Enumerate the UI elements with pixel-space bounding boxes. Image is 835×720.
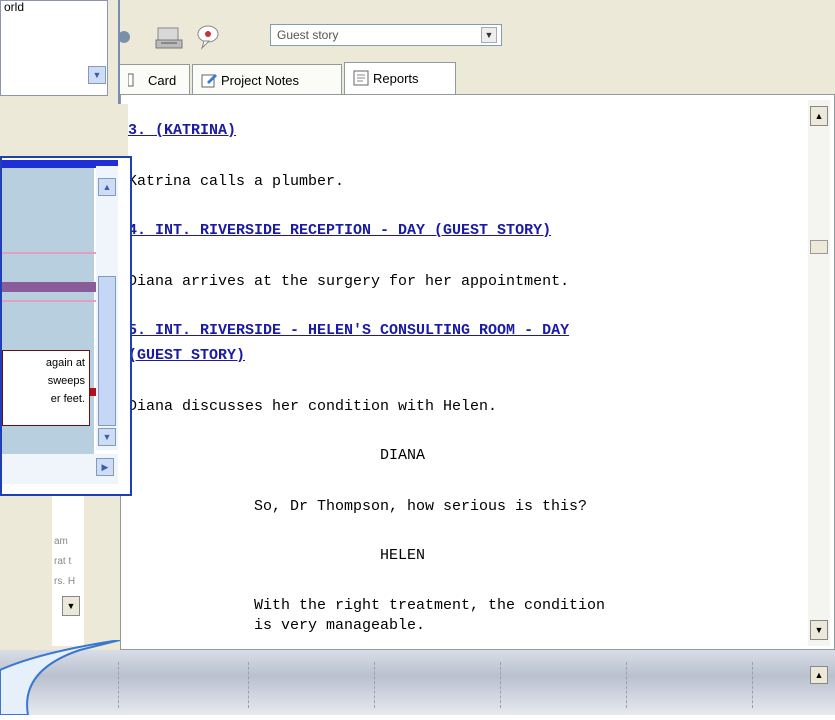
note-line: again at <box>45 357 85 369</box>
tab-card-label: Card <box>148 73 177 88</box>
action-line: Diana discusses her condition with Helen… <box>128 398 498 415</box>
card-body <box>2 168 94 484</box>
dialogue-line: With the right treatment, the condition <box>254 597 606 614</box>
note-line: er feet. <box>50 393 85 405</box>
story-select[interactable]: Guest story ▼ <box>270 24 502 46</box>
text-fragment: rat t <box>54 556 72 567</box>
chevron-down-icon[interactable]: ▼ <box>98 428 116 446</box>
chevron-right-icon[interactable]: ▶ <box>96 458 114 476</box>
action-line: Diana arrives at the surgery for her app… <box>128 273 570 290</box>
print-icon[interactable] <box>154 22 184 52</box>
card-vertical-scrollbar[interactable]: ▲ ▼ <box>96 166 118 450</box>
tab-project-notes[interactable]: Project Notes <box>192 64 342 94</box>
chevron-down-icon[interactable]: ▼ <box>481 27 497 43</box>
pencil-note-icon <box>201 72 217 88</box>
card-note[interactable]: again at sweeps er feet. <box>2 350 90 426</box>
scroll-down-icon[interactable]: ▼ <box>810 620 828 640</box>
chevron-up-icon[interactable]: ▲ <box>98 178 116 196</box>
tab-reports-label: Reports <box>373 71 419 86</box>
scene-heading-continued[interactable]: (GUEST STORY) <box>128 347 245 364</box>
dialogue-line: is very manageable. <box>254 617 426 634</box>
panel-gap <box>0 104 128 156</box>
speech-bubble-icon[interactable] <box>194 22 224 52</box>
lower-left-text-column <box>52 496 84 646</box>
action-line: Katrina calls a plumber. <box>128 173 345 190</box>
ruler-tick <box>248 662 249 708</box>
scroll-thumb[interactable] <box>810 240 828 254</box>
scene-heading[interactable]: 5. INT. RIVERSIDE - HELEN'S CONSULTING R… <box>128 322 569 339</box>
card-icon <box>127 72 144 88</box>
dialogue-line: So, Dr Thompson, how serious is this? <box>254 498 588 515</box>
callout-shape <box>0 639 160 716</box>
reports-icon <box>353 70 369 86</box>
note-line: sweeps <box>47 375 85 387</box>
ruler-tick <box>752 662 753 708</box>
ruler-tick <box>374 662 375 708</box>
partial-toolbar-icon[interactable] <box>118 22 150 52</box>
ruler-tick <box>626 662 627 708</box>
scene-heading[interactable]: 3. (KATRINA) <box>128 122 236 139</box>
script-vertical-scrollbar[interactable]: ▲ ▼ <box>808 100 830 646</box>
scroll-up-icon[interactable]: ▲ <box>810 106 828 126</box>
story-select-value: Guest story <box>277 28 339 42</box>
scene-heading[interactable]: 4. INT. RIVERSIDE RECEPTION - DAY (GUEST… <box>128 222 551 239</box>
script-document[interactable]: 3. (KATRINA) Katrina calls a plumber. 4.… <box>128 100 800 646</box>
character-name: HELEN <box>380 547 426 564</box>
scroll-down-icon[interactable]: ▼ <box>62 596 80 616</box>
card-horizontal-scrollbar[interactable]: ▶ <box>2 454 118 484</box>
text-fragment: am <box>54 536 68 547</box>
ruler-scroll-up-icon[interactable]: ▲ <box>810 666 828 684</box>
tab-reports[interactable]: Reports <box>344 62 456 94</box>
ruler-tick <box>500 662 501 708</box>
scroll-thumb[interactable] <box>98 276 116 426</box>
text-fragment: rs. H <box>54 576 76 587</box>
tab-project-notes-label: Project Notes <box>221 73 300 88</box>
character-name: DIANA <box>380 447 426 464</box>
tab-bar: Card Project Notes Reports <box>120 60 835 94</box>
tab-card[interactable]: Card <box>120 64 190 94</box>
outline-text-fragment: orld <box>4 0 25 14</box>
chevron-down-icon[interactable]: ▼ <box>88 66 106 84</box>
